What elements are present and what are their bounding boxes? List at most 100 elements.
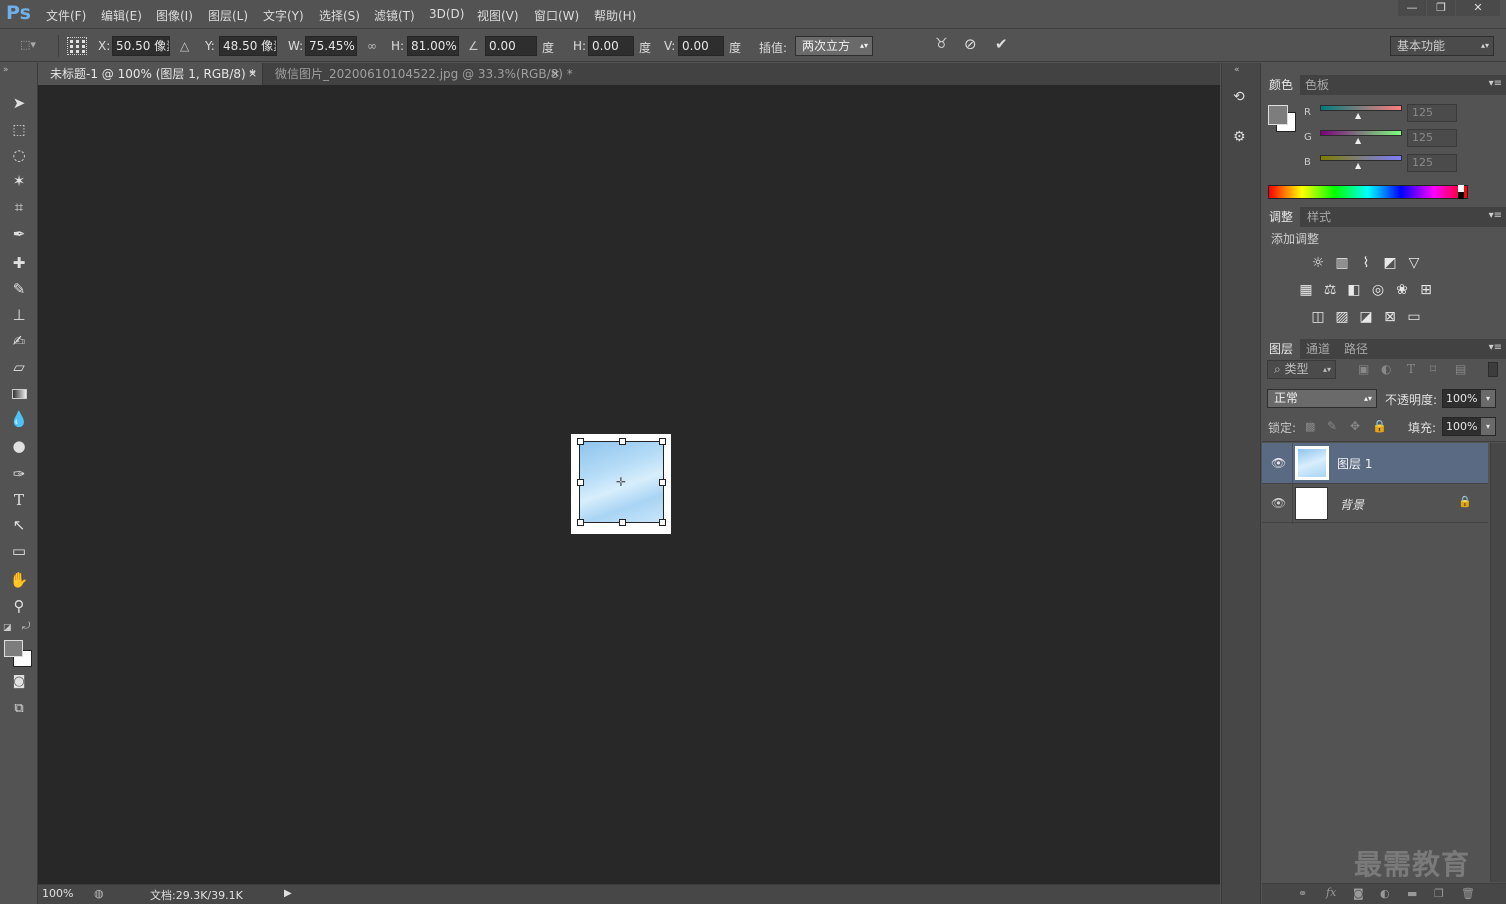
levels-icon[interactable]: ▥ <box>1333 254 1351 272</box>
green-value-field[interactable]: 125 <box>1407 129 1457 147</box>
menu-select[interactable]: 选择(S) <box>319 7 360 24</box>
curves-icon[interactable]: ⌇ <box>1357 254 1375 272</box>
pen-tool-icon[interactable]: ✑ <box>8 463 30 485</box>
panel-menu-icon[interactable]: ▾≡ <box>1489 210 1502 221</box>
fill-field[interactable]: 100% ▾ <box>1442 417 1496 436</box>
minimize-button[interactable]: — <box>1398 0 1426 16</box>
invert-icon[interactable]: ◫ <box>1309 308 1327 326</box>
tab-wechat-image[interactable]: 微信图片_20200610104522.jpg @ 33.3%(RGB/8) * <box>262 63 573 85</box>
panel-menu-icon[interactable]: ▾≡ <box>1489 342 1502 353</box>
status-icon[interactable]: ◍ <box>94 887 104 900</box>
type-tool-icon[interactable]: T <box>8 489 30 511</box>
restore-button[interactable]: ❐ <box>1427 0 1455 16</box>
filter-type-icon[interactable]: T <box>1407 362 1415 376</box>
link-icon[interactable]: ∞ <box>367 39 377 53</box>
tab-color[interactable]: 颜色 <box>1262 75 1301 95</box>
dodge-tool-icon[interactable]: ● <box>8 435 30 457</box>
transform-handle[interactable] <box>659 519 666 526</box>
width-field[interactable]: 75.45% <box>305 36 357 56</box>
layer-name[interactable]: 图层 1 <box>1337 455 1372 472</box>
quick-mask-icon[interactable]: ◙ <box>8 671 30 693</box>
red-value-field[interactable]: 125 <box>1407 104 1457 122</box>
transform-handle[interactable] <box>659 479 666 486</box>
spectrum-white-swatch[interactable] <box>1458 185 1464 192</box>
layer-name[interactable]: 背景 <box>1340 496 1364 513</box>
path-selection-tool-icon[interactable]: ↖ <box>8 514 30 536</box>
photo-filter-icon[interactable]: ◎ <box>1369 281 1387 299</box>
foreground-color-swatch[interactable] <box>4 640 23 657</box>
lock-transparent-icon[interactable]: ▩ <box>1305 420 1315 433</box>
transform-handle[interactable] <box>659 438 666 445</box>
screen-mode-icon[interactable]: ⧉ <box>8 698 30 720</box>
color-balance-icon[interactable]: ⚖ <box>1321 281 1339 299</box>
add-mask-icon[interactable]: ◙ <box>1353 887 1364 900</box>
fg-color-swatch[interactable] <box>1268 105 1288 125</box>
layer-style-fx-icon[interactable]: fx <box>1326 886 1336 899</box>
marquee-tool-icon[interactable]: ⬚ <box>8 119 30 141</box>
canvas-area[interactable]: ✛ <box>38 85 1220 885</box>
layer-thumbnail[interactable] <box>1295 487 1328 520</box>
menu-image[interactable]: 图像(I) <box>156 7 193 24</box>
filter-toggle[interactable] <box>1488 362 1498 377</box>
panel-menu-icon[interactable]: ▾≡ <box>1489 78 1502 89</box>
brightness-contrast-icon[interactable]: ☼ <box>1309 254 1327 272</box>
healing-brush-tool-icon[interactable]: ✚ <box>8 252 30 274</box>
menu-view[interactable]: 视图(V) <box>477 7 519 24</box>
x-field[interactable]: 50.50 像素 <box>112 36 170 56</box>
menu-window[interactable]: 窗口(W) <box>534 7 579 24</box>
status-menu-arrow[interactable]: ▶ <box>284 888 292 899</box>
history-brush-tool-icon[interactable]: ✍ <box>8 330 30 352</box>
warp-icon[interactable]: ♉ <box>935 36 948 52</box>
menu-type[interactable]: 文字(Y) <box>263 7 304 24</box>
swap-colors-icon[interactable]: ⤾ <box>22 621 30 632</box>
lock-position-icon[interactable]: ✥ <box>1350 419 1360 433</box>
slider-thumb-icon[interactable]: ▲ <box>1355 111 1361 120</box>
transform-handle[interactable] <box>619 438 626 445</box>
spectrum-black-swatch[interactable] <box>1458 192 1464 199</box>
blue-value-field[interactable]: 125 <box>1407 154 1457 172</box>
y-field[interactable]: 48.50 像素 <box>219 36 277 56</box>
blur-tool-icon[interactable]: 💧 <box>8 408 30 430</box>
vibrance-icon[interactable]: ▽ <box>1405 254 1423 272</box>
transform-handle[interactable] <box>577 519 584 526</box>
posterize-icon[interactable]: ▨ <box>1333 308 1351 326</box>
cancel-transform-icon[interactable]: ⊘ <box>964 35 977 53</box>
collapse-dock-icon[interactable]: « <box>1234 65 1240 75</box>
delete-layer-icon[interactable]: 🗑 <box>1461 887 1475 900</box>
eyedropper-tool-icon[interactable]: ✒ <box>8 223 30 245</box>
zoom-tool-icon[interactable]: ⚲ <box>8 595 30 617</box>
crop-tool-icon[interactable]: ⌗ <box>8 196 30 218</box>
transform-tool-icon[interactable]: ⬚▾ <box>20 38 46 54</box>
hskew-field[interactable]: 0.00 <box>588 36 634 56</box>
filter-smart-object-icon[interactable]: ▤ <box>1455 362 1466 376</box>
new-group-icon[interactable]: ▬ <box>1407 887 1417 900</box>
filter-pixel-icon[interactable]: ▣ <box>1358 362 1369 376</box>
menu-layer[interactable]: 图层(L) <box>208 7 248 24</box>
color-lookup-icon[interactable]: ⊞ <box>1417 281 1435 299</box>
filter-adjustment-icon[interactable]: ◐ <box>1381 362 1391 376</box>
tab-untitled-1[interactable]: 未标题-1 @ 100% (图层 1, RGB/8) * <box>38 63 262 85</box>
height-field[interactable]: 81.00% <box>407 36 459 56</box>
magic-wand-tool-icon[interactable]: ✶ <box>8 170 30 192</box>
reference-point-crosshair-icon[interactable]: ✛ <box>616 475 626 489</box>
filter-shape-icon[interactable]: ⌑ <box>1430 362 1436 376</box>
opacity-field[interactable]: 100% ▾ <box>1442 389 1496 408</box>
selective-color-icon[interactable]: ⊠ <box>1381 308 1399 326</box>
rectangle-tool-icon[interactable]: ▭ <box>8 540 30 562</box>
tab-close-icon[interactable]: × <box>551 68 560 80</box>
default-colors-icon[interactable]: ◪ <box>3 623 12 633</box>
slider-thumb-icon[interactable]: ▲ <box>1355 161 1361 170</box>
eraser-tool-icon[interactable]: ▱ <box>8 356 30 378</box>
history-panel-icon[interactable]: ⟲ <box>1233 89 1245 105</box>
tab-styles[interactable]: 样式 <box>1300 207 1338 227</box>
workspace-select[interactable]: 基本功能 ▴▾ <box>1390 36 1494 56</box>
brush-tool-icon[interactable]: ✎ <box>8 278 30 300</box>
layer-thumbnail[interactable] <box>1295 446 1329 480</box>
lock-all-icon[interactable]: 🔒 <box>1372 419 1387 433</box>
zoom-level[interactable]: 100% <box>42 887 73 900</box>
channel-mixer-icon[interactable]: ❀ <box>1393 281 1411 299</box>
black-white-icon[interactable]: ◧ <box>1345 281 1363 299</box>
layer-row-layer-1[interactable]: 👁 图层 1 <box>1262 443 1488 483</box>
link-layers-icon[interactable]: ⚭ <box>1298 887 1307 900</box>
menu-filter[interactable]: 滤镜(T) <box>374 7 415 24</box>
